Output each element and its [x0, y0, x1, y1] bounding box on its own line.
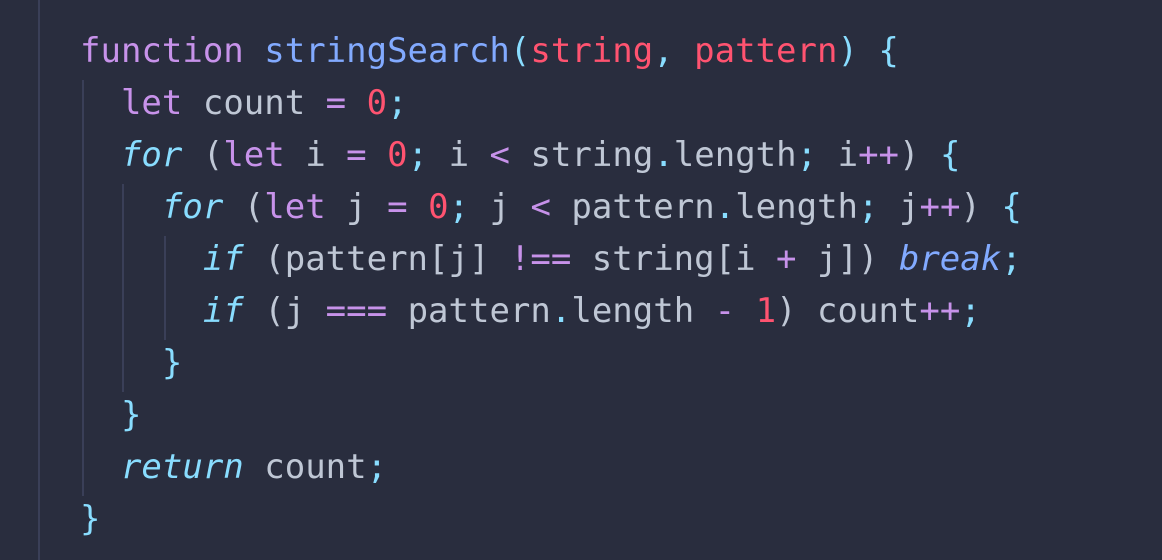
code-token: = — [325, 83, 347, 123]
code-token: ; — [387, 83, 408, 123]
code-token: let — [223, 135, 285, 175]
code-token: } — [80, 499, 101, 539]
code-token: , — [653, 31, 695, 71]
code-token: if — [202, 291, 244, 331]
code-line-5[interactable]: if (pattern[j] !== string[i + j]) break; — [80, 233, 1022, 285]
code-token: i — [817, 135, 859, 175]
code-token: pattern — [550, 187, 715, 227]
code-token: ) — [960, 187, 1002, 227]
code-token: { — [878, 31, 899, 71]
code-token: string — [510, 135, 654, 175]
code-token: { — [939, 135, 961, 175]
code-token: j — [325, 187, 388, 227]
code-token: ++ — [919, 187, 961, 227]
code-editor[interactable]: function stringSearch(string, pattern) {… — [0, 0, 1162, 560]
code-token: ; — [960, 291, 981, 331]
code-token: ; — [448, 187, 470, 227]
code-token: j — [878, 187, 920, 227]
code-token: !== — [509, 239, 572, 279]
code-token: length — [735, 187, 859, 227]
code-token: 0 — [387, 135, 408, 175]
code-token: = — [346, 135, 367, 175]
code-token: < — [530, 187, 551, 227]
code-token: i — [284, 135, 347, 175]
code-token: ) count — [776, 291, 920, 331]
code-token: count — [182, 83, 326, 123]
code-token: let — [120, 83, 183, 123]
code-token: string[i — [571, 239, 777, 279]
code-token: ; — [796, 135, 818, 175]
code-token: ) — [837, 31, 858, 71]
code-token: ( — [509, 31, 531, 71]
gutter-divider — [38, 0, 40, 560]
code-token: function — [80, 31, 244, 71]
code-token: < — [489, 135, 511, 175]
code-token: return — [120, 447, 244, 487]
code-line-6[interactable]: if (j === pattern.length - 1) count++; — [80, 285, 1022, 337]
code-token: ++ — [858, 135, 900, 175]
code-line-2[interactable]: let count = 0; — [80, 77, 1022, 129]
code-token: } — [120, 395, 142, 435]
code-token: ) — [899, 135, 940, 175]
code-line-1[interactable]: function stringSearch(string, pattern) { — [80, 25, 1022, 77]
code-token: pattern — [694, 31, 838, 71]
code-token: ; — [407, 135, 429, 175]
code-line-10[interactable]: } — [80, 493, 1022, 545]
code-token: ++ — [919, 291, 961, 331]
code-token: stringSearch — [264, 31, 510, 71]
code-token: ; — [366, 447, 388, 487]
code-token: } — [161, 343, 183, 383]
code-token: string — [530, 31, 654, 71]
code-token: 0 — [428, 187, 449, 227]
code-line-4[interactable]: for (let j = 0; j < pattern.length; j++)… — [80, 181, 1022, 233]
code-token: = — [387, 187, 408, 227]
code-token: === — [325, 291, 388, 331]
code-token: length — [571, 291, 715, 331]
code-token: 0 — [366, 83, 388, 123]
code-line-8[interactable]: } — [80, 389, 1022, 441]
code-token: j]) — [796, 239, 899, 279]
code-token: . — [653, 135, 674, 175]
code-token: ( — [223, 187, 265, 227]
code-token: . — [714, 187, 736, 227]
code-token: length — [673, 135, 797, 175]
code-token: let — [264, 187, 326, 227]
code-line-3[interactable]: for (let i = 0; i < string.length; i++) … — [80, 129, 1022, 181]
code-line-9[interactable]: return count; — [80, 441, 1022, 493]
code-token: j — [469, 187, 531, 227]
code-token: break — [898, 239, 1002, 279]
code-token: + — [776, 239, 797, 279]
code-token: pattern — [387, 291, 551, 331]
code-token: i — [428, 135, 490, 175]
code-token: for — [120, 135, 183, 175]
code-token: for — [161, 187, 224, 227]
code-token: if — [202, 239, 244, 279]
code-block[interactable]: function stringSearch(string, pattern) {… — [80, 25, 1022, 545]
code-token: 1 — [755, 291, 777, 331]
code-token: { — [1001, 187, 1022, 227]
code-token: count — [243, 447, 367, 487]
code-token: . — [550, 291, 572, 331]
code-token: ; — [858, 187, 879, 227]
code-token: ( — [182, 135, 224, 175]
code-token: ; — [1001, 239, 1022, 279]
code-token: (pattern[j] — [243, 239, 510, 279]
code-token: (j — [243, 291, 326, 331]
code-line-7[interactable]: } — [80, 337, 1022, 389]
code-token: - — [714, 291, 736, 331]
